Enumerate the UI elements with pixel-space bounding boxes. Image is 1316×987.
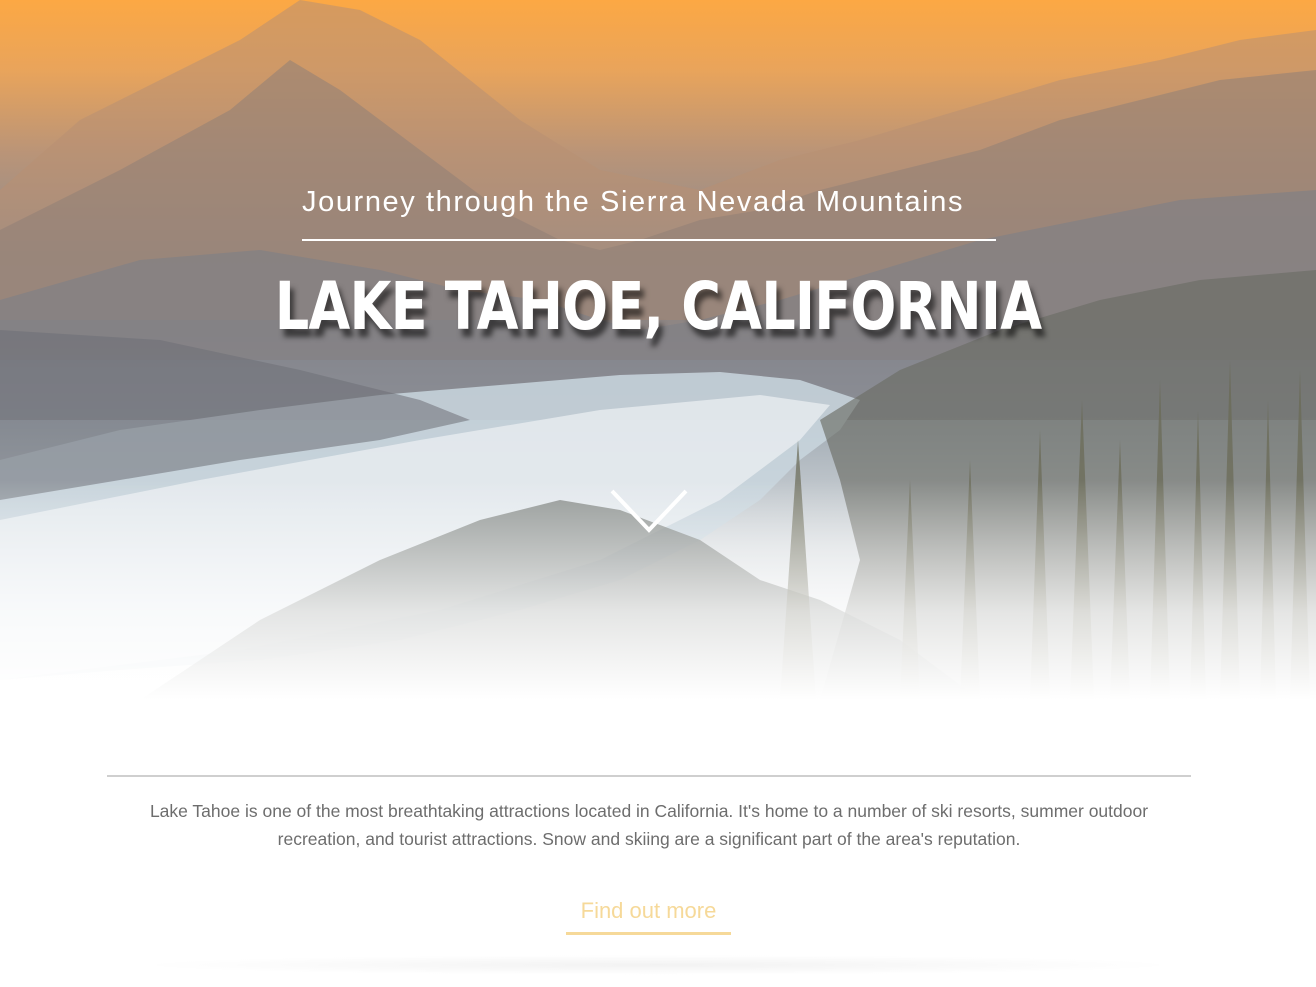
chevron-down-icon[interactable] [610,488,688,534]
hero-section: Journey through the Sierra Nevada Mounta… [0,0,1316,700]
hero-subtitle: Journey through the Sierra Nevada Mounta… [302,186,965,218]
find-out-more-link[interactable]: Find out more [566,895,731,935]
section-divider [107,775,1191,777]
bottom-shadow [130,955,1186,975]
subtitle-underline [302,239,996,241]
page-title: LAKE TAHOE, CALIFORNIA [274,268,1042,345]
intro-description: Lake Tahoe is one of the most breathtaki… [149,801,1149,849]
